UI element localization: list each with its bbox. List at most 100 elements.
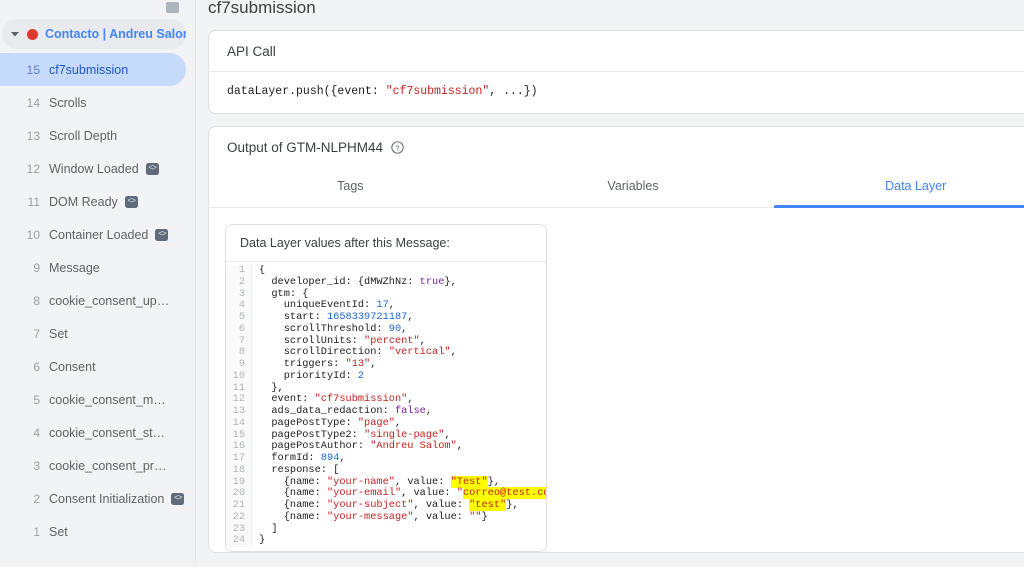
- message-name: DOM Ready: [49, 194, 118, 209]
- data-layer-code-block: 1 2 3 4 5 6 7 8 9 10 11 12 13 14 15 16 17 18 19 20 21 22 23 24 …: [226, 262, 546, 551]
- message-list-item[interactable]: 2 Consent Initialization <>: [0, 482, 186, 515]
- container-header-row[interactable]: Contacto | Andreu Salom: [2, 19, 186, 49]
- code-badge-icon: <>: [124, 195, 138, 208]
- message-name: cookie_consent_update: [49, 293, 171, 308]
- code-line-number: 5: [238, 311, 245, 323]
- code-line-number: 13: [232, 405, 245, 417]
- output-tabs: Tags Variables Data Layer: [209, 167, 1024, 208]
- code-line-numbers: 1 2 3 4 5 6 7 8 9 10 11 12 13 14 15 16 17 18 19 20 21 22 23 24: [226, 264, 252, 547]
- svg-text:?: ?: [396, 143, 400, 152]
- message-name: Container Loaded: [49, 227, 149, 242]
- code-line: response: [: [259, 463, 340, 476]
- code-token: "your-message": [326, 510, 414, 523]
- tab-variables[interactable]: Variables: [492, 167, 775, 207]
- message-index: 10: [26, 227, 40, 242]
- code-badge-icon: [166, 2, 179, 13]
- code-token: 17: [376, 299, 389, 312]
- code-token: "your-email": [326, 487, 402, 500]
- code-line-number: 24: [232, 534, 245, 547]
- code-token: correo@test.com: [462, 487, 546, 500]
- code-line-number: 14: [232, 416, 245, 429]
- code-line-number: 9: [238, 358, 245, 370]
- sidebar-clipped-row: [0, 0, 195, 18]
- code-line: priorityId: 2: [259, 369, 365, 382]
- message-list-item[interactable]: 14 Scrolls: [0, 86, 186, 119]
- code-line: developer_id: {dMWZhNz: true},: [259, 275, 457, 288]
- code-token: "13": [345, 358, 371, 370]
- code-line: }: [259, 534, 266, 547]
- code-token: 1658339721187: [326, 311, 408, 323]
- message-name: Consent: [49, 359, 96, 374]
- api-call-card-title: API Call: [227, 44, 276, 59]
- message-name: Scroll Depth: [49, 128, 118, 143]
- api-call-code: dataLayer.push({event: "cf7submission", …: [209, 72, 1024, 113]
- highlighted-value: "test": [469, 499, 507, 511]
- message-index: 15: [26, 62, 40, 77]
- api-call-card: API Call dataLayer.push({event: "cf7subm…: [208, 30, 1024, 114]
- message-list-item[interactable]: 9 Message: [0, 251, 186, 284]
- message-list: 15 cf7submission 14 Scrolls 13 Scroll Depth 12…: [0, 51, 195, 548]
- message-list-item[interactable]: 15 cf7submission: [0, 53, 186, 86]
- code-line-number: 17: [232, 452, 245, 464]
- code-token: "your-name": [326, 475, 395, 488]
- help-circle-icon[interactable]: ?: [391, 141, 404, 154]
- code-token: 90: [388, 322, 402, 335]
- highlighted-value: "Test": [450, 475, 488, 488]
- api-code-prefix: dataLayer.push({event:: [227, 85, 386, 98]
- message-index: 11: [27, 194, 40, 209]
- message-name: cookie_consent_statistics: [49, 425, 171, 440]
- message-list-item[interactable]: 13 Scroll Depth: [0, 119, 186, 152]
- code-line: formId: 894,: [259, 452, 346, 464]
- code-line: start: 1658339721187,: [259, 311, 414, 323]
- code-line-number: 21: [232, 499, 245, 511]
- message-name: cf7submission: [49, 62, 129, 77]
- message-name: Set: [49, 326, 68, 341]
- message-index: 3: [33, 458, 40, 473]
- code-badge-icon: <>: [155, 228, 169, 241]
- message-index: 8: [33, 293, 40, 308]
- code-badge-icon: <>: [171, 492, 185, 505]
- message-list-item[interactable]: 5 cookie_consent_marketi…: [0, 383, 186, 416]
- card-gap: [208, 114, 1024, 126]
- message-list-item[interactable]: 10 Container Loaded <>: [0, 218, 186, 251]
- message-index: 1: [33, 524, 40, 539]
- message-list-item[interactable]: 4 cookie_consent_statistics: [0, 416, 186, 449]
- message-index: 12: [26, 161, 40, 176]
- message-list-item[interactable]: 11 DOM Ready <>: [0, 185, 186, 218]
- tab-data-layer[interactable]: Data Layer: [774, 167, 1024, 208]
- code-token: "vertical": [388, 346, 451, 359]
- message-index: 9: [33, 260, 40, 275]
- code-badge-icon: <>: [145, 162, 159, 175]
- message-list-item[interactable]: 12 Window Loaded <>: [0, 152, 186, 185]
- message-list-item[interactable]: 6 Consent: [0, 350, 186, 383]
- message-index: 6: [33, 359, 40, 374]
- app-root: Contacto | Andreu Salom 15 cf7submission 1…: [0, 0, 1024, 567]
- code-token: 2: [357, 369, 365, 382]
- message-name: Message: [49, 260, 100, 275]
- message-list-item[interactable]: 7 Set: [0, 317, 186, 350]
- message-index: 14: [26, 95, 40, 110]
- message-index: 7: [33, 326, 40, 341]
- code-line-number: 6: [238, 322, 245, 335]
- code-token: true: [419, 275, 445, 288]
- code-token: "page": [357, 416, 395, 429]
- code-token: "Andreu Salom": [370, 440, 457, 453]
- code-token: "Test": [450, 475, 488, 488]
- message-list-item[interactable]: 8 cookie_consent_update: [0, 284, 186, 317]
- message-index: 13: [26, 128, 40, 143]
- code-token: "single-page": [364, 428, 445, 441]
- code-line-number: 2: [238, 275, 245, 288]
- output-card-header: Output of GTM-NLPHM44 ?: [209, 127, 1024, 167]
- code-line-number: 1: [238, 264, 245, 276]
- message-list-item[interactable]: 3 cookie_consent_prefere…: [0, 449, 186, 482]
- message-index: 2: [33, 491, 40, 506]
- message-name: Consent Initialization: [49, 491, 165, 506]
- code-content[interactable]: { developer_id: {dMWZhNz: true}, gtm: { …: [252, 265, 546, 547]
- tab-tags[interactable]: Tags: [209, 167, 492, 207]
- code-token: "test": [469, 499, 507, 511]
- code-line: ads_data_redaction: false,: [259, 405, 433, 417]
- code-line-number: 10: [232, 369, 245, 382]
- message-list-item[interactable]: 1 Set: [0, 515, 186, 548]
- chevron-down-icon[interactable]: [6, 25, 24, 43]
- code-token: "": [469, 510, 482, 523]
